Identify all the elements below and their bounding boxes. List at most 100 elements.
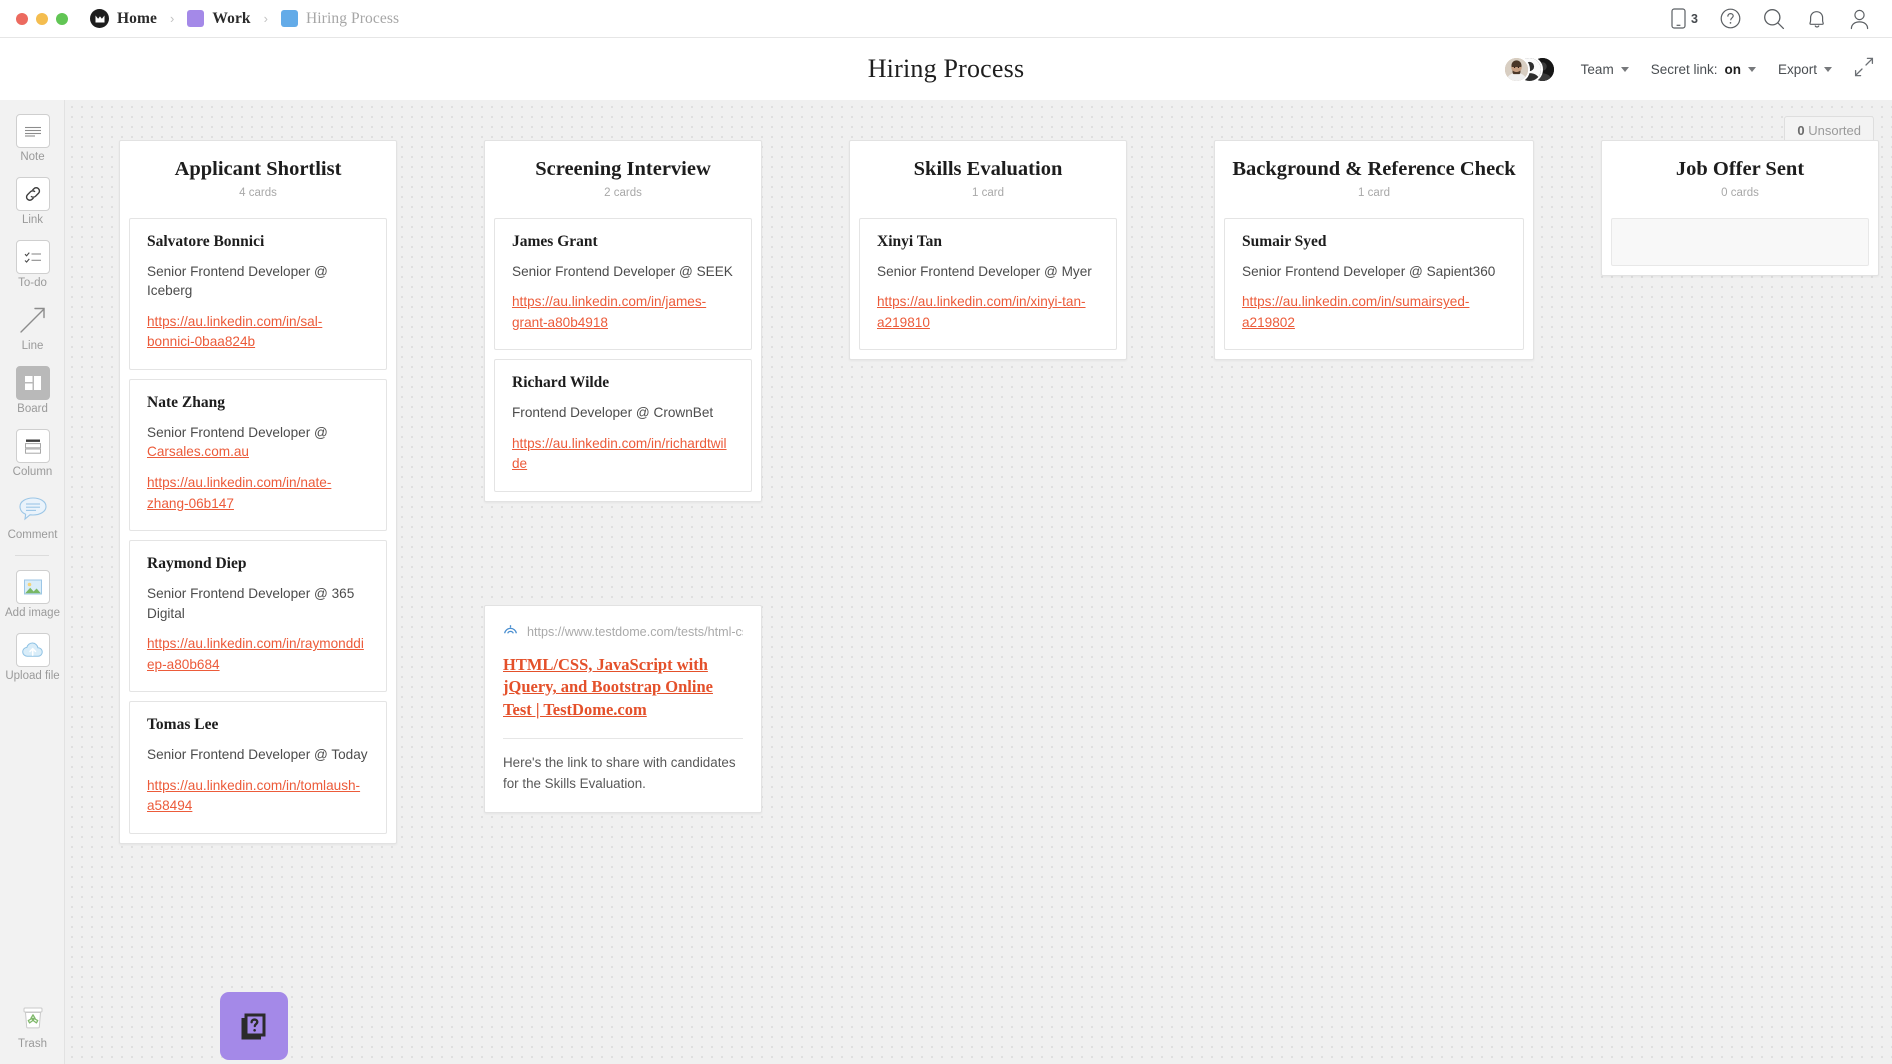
column-title: Applicant Shortlist [174,158,342,180]
board-canvas[interactable]: 0 Unsorted Applicant Shortlist 4 cards S… [65,100,1892,1064]
breadcrumb-item-home[interactable]: Home [90,9,157,28]
purple-swatch-icon [187,10,205,27]
tool-trash[interactable]: Trash [0,987,65,1050]
link-preview-title[interactable]: HTML/CSS, JavaScript with jQuery, and Bo… [503,655,713,719]
card-role-link[interactable]: Carsales.com.au [147,444,249,459]
tool-note[interactable]: Note [0,100,65,163]
tool-label-todo: To-do [18,277,47,289]
card-role: Senior Frontend Developer @ Myer [877,263,1092,279]
card[interactable]: Raymond Diep Senior Frontend Developer @… [129,539,387,693]
card-role: Senior Frontend Developer @ 365 Digital [147,585,355,621]
card[interactable]: Salvatore Bonnici Senior Frontend Develo… [129,217,387,370]
link-preview-divider [503,737,743,739]
link-preview-card[interactable]: https://www.testdome.com/tests/html-css-… [484,605,762,814]
card[interactable]: Sumair Syed Senior Frontend Developer @ … [1224,217,1524,351]
tool-add-image[interactable]: Add image [0,556,65,619]
breadcrumb: Home › Work › Hiring Process [90,9,399,28]
card-title: Nate Zhang [147,393,225,411]
breadcrumb-item-work[interactable]: Work [187,9,251,28]
column-title: Skills Evaluation [913,158,1063,180]
column-screening-interview[interactable]: Screening Interview 2 cards James Grant … [484,140,762,502]
card[interactable]: Richard Wilde Frontend Developer @ Crown… [494,359,752,492]
topbar-actions: 3 [1671,8,1870,30]
tool-label-line: Line [21,340,44,352]
avatar [1502,55,1530,83]
card-link[interactable]: https://au.linkedin.com/in/raymonddiep-a… [147,636,364,671]
account-icon[interactable] [1849,8,1870,30]
column-applicant-shortlist[interactable]: Applicant Shortlist 4 cards Salvatore Bo… [119,140,397,844]
page-title: Hiring Process [867,54,1025,83]
breadcrumb-item-hiring-process[interactable]: Hiring Process [280,10,399,28]
card-role: Senior Frontend Developer @ Today [147,747,368,763]
card[interactable]: Nate Zhang Senior Frontend Developer @ C… [129,378,387,531]
column-background-reference-check[interactable]: Background & Reference Check 1 card Suma… [1214,140,1534,361]
column-card-count: 1 card [1358,186,1390,199]
zoom-window-button[interactable] [56,12,68,25]
tool-comment[interactable]: Comment [0,478,65,541]
export-menu[interactable]: Export [1778,62,1832,77]
card-title: Richard Wilde [512,374,610,392]
card[interactable]: James Grant Senior Frontend Developer @ … [494,217,752,351]
expand-icon[interactable] [1854,57,1874,82]
notifications-icon[interactable] [1807,8,1827,30]
testdome-icon [503,622,518,642]
column-job-offer-sent[interactable]: Job Offer Sent 0 cards [1601,140,1879,276]
tool-upload-file[interactable]: Upload file [0,619,65,682]
card[interactable]: Tomas Lee Senior Frontend Developer @ To… [129,701,387,834]
chevron-down-icon [1620,66,1629,72]
card[interactable]: Xinyi Tan Senior Frontend Developer @ My… [859,217,1117,351]
column-card-count: 2 cards [604,186,642,199]
secret-link-menu[interactable]: Secret link: on [1651,62,1756,77]
tool-link[interactable]: Link [0,163,65,226]
link-preview-url-row: https://www.testdome.com/tests/html-css-… [503,622,743,642]
image-icon [15,570,50,604]
tool-board[interactable]: Board [0,352,65,415]
tool-label-link: Link [21,214,44,226]
tool-line[interactable]: Line [0,289,65,352]
help-icon[interactable] [1720,8,1741,29]
team-menu[interactable]: Team [1581,62,1629,77]
card-link[interactable]: https://au.linkedin.com/in/xinyi-tan-a21… [877,294,1086,329]
board-tile-question[interactable] [220,992,288,1060]
card-link[interactable]: https://au.linkedin.com/in/sal-bonnici-0… [147,314,322,349]
card-role-text: Senior Frontend Developer @ [147,424,328,440]
tool-label-upload-file: Upload file [5,670,60,682]
question-cards-icon [234,1004,274,1049]
tool-todo[interactable]: To-do [0,226,65,289]
tool-label-board: Board [17,403,48,415]
card-link[interactable]: https://au.linkedin.com/in/richardtwilde [512,436,727,471]
breadcrumb-label-home: Home [117,9,157,27]
link-preview-url: https://www.testdome.com/tests/html-css-… [527,625,743,639]
mobile-icon[interactable]: 3 [1671,8,1698,29]
card-title: Salvatore Bonnici [147,232,265,250]
column-title: Screening Interview [535,158,711,180]
tool-label-trash: Trash [18,1038,47,1050]
card-link[interactable]: https://au.linkedin.com/in/nate-zhang-06… [147,475,331,510]
card-link[interactable]: https://au.linkedin.com/in/sumairsyed-a2… [1242,294,1469,329]
breadcrumb-label-work: Work [212,9,251,27]
card-link[interactable]: https://au.linkedin.com/in/james-grant-a… [512,294,706,329]
blue-swatch-icon [280,10,298,27]
card-link[interactable]: https://au.linkedin.com/in/tomlaush-a584… [147,778,360,813]
chevron-down-icon [1747,66,1756,72]
close-window-button[interactable] [16,12,28,25]
search-icon[interactable] [1763,8,1785,30]
board-header-actions: Team Secret link: on Export [1502,38,1874,100]
secret-link-value: on [1724,61,1741,77]
trash-icon [16,1001,50,1035]
breadcrumb-separator: › [170,11,175,26]
board-header: Hiring Process Team Secret link: on Expo… [0,38,1892,100]
collaborator-avatars[interactable] [1502,55,1559,83]
card-role: Senior Frontend Developer @ Carsales.com… [147,423,369,462]
column-empty-placeholder[interactable] [1611,217,1869,266]
link-preview-note: Here's the link to share with candidates… [503,754,736,791]
card-role: Frontend Developer @ CrownBet [512,405,714,421]
card-title: Sumair Syed [1242,232,1327,250]
minimize-window-button[interactable] [36,12,48,25]
chevron-down-icon [1824,66,1832,72]
tool-column[interactable]: Column [0,415,65,478]
line-arrow-icon [16,303,50,337]
column-card-count: 0 cards [1721,186,1759,199]
column-skills-evaluation[interactable]: Skills Evaluation 1 card Xinyi Tan Senio… [849,140,1127,361]
todo-icon [15,240,50,274]
